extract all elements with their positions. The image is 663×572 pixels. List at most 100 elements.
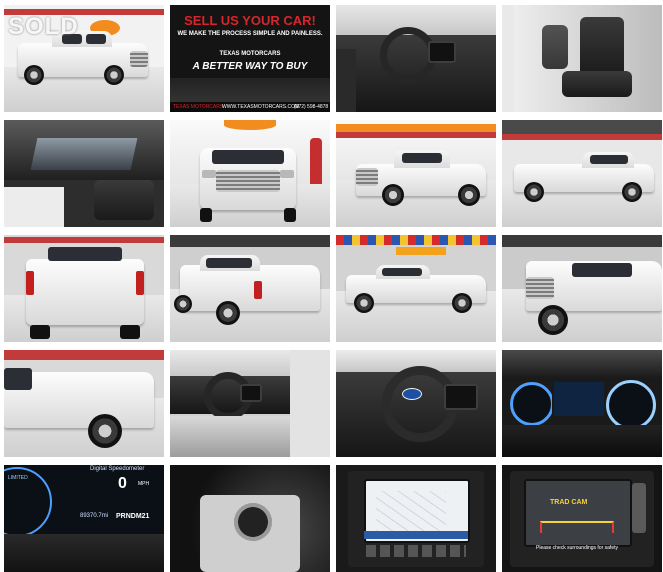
ceiling-beam [502,120,662,134]
overhead-view [632,483,646,533]
photo-thumb-7-front-three-quarter[interactable] [336,120,496,227]
ad-footer-web: WWW.TEXASMOTORCARS.COM [222,104,300,110]
nav-map-roads [376,491,446,531]
photo-thumb-5-sunroof[interactable] [4,120,164,227]
camera-screen [524,479,632,547]
photo-thumb-12-front-dually[interactable] [502,235,662,342]
ceiling-beam [170,235,330,247]
door-frame [502,5,514,112]
photo-thumb-18-start-button[interactable] [170,465,330,572]
sold-stamp: SOLD [8,13,79,40]
wall-stripe [4,237,164,243]
truck-grille [356,168,378,186]
photo-thumb-3-dashboard[interactable] [336,5,496,112]
photo-thumb-1-front-sold[interactable]: SOLD [4,5,164,112]
tail-light [254,281,262,299]
truck-grille [130,51,148,67]
photo-thumb-9-rear[interactable] [4,235,164,342]
truck-wheel [216,301,240,325]
ad-brand: TEXAS MOTORCARS [219,51,281,57]
camera-label: TRAD CAM [550,499,588,506]
truck-window [4,368,32,390]
wall-stripe [336,124,496,132]
headlight [280,170,294,178]
truck-grille [216,170,280,192]
truck-wheel [174,295,192,313]
truck-wheel [622,182,642,202]
truck-wheel [538,305,568,335]
dealer-logo [224,120,276,130]
tire [200,208,212,222]
door-panel [336,49,356,112]
side-window [4,187,64,227]
ceiling-beam [502,235,662,247]
truck-window [86,34,106,44]
start-button [234,503,272,541]
wall-stripe [4,350,164,360]
truck-window [382,268,422,276]
photo-thumb-8-side-profile[interactable] [502,120,662,227]
photo-thumb-16-gauge-cluster[interactable] [502,350,662,457]
cluster-display [552,380,606,418]
gas-pump-decor [310,138,322,190]
truck-wheel [452,293,472,313]
tachometer [510,382,554,426]
center-screen [444,384,478,410]
photo-gallery-grid: SOLD SELL US YOUR CAR! WE MAKE THE PROCE… [4,5,662,572]
driver-seat-cushion [562,71,632,97]
photo-thumb-19-navigation[interactable] [336,465,496,572]
truck-grille [526,277,554,299]
headlight [202,170,216,178]
ad-headline: SELL US YOUR CAR! [184,13,316,28]
dealer-sign [396,247,446,255]
steering-column [502,425,662,457]
tire [30,325,50,339]
center-screen [428,41,456,63]
truck-wheel [354,293,374,313]
passenger-seat [542,25,568,69]
wall-stripe [336,132,496,138]
truck-windshield [212,150,284,164]
truck-tailgate [26,259,144,325]
steering-column [4,534,164,572]
ford-logo [402,388,422,400]
truck-wheel [458,184,480,206]
guide-lines [540,521,614,533]
photo-thumb-11-side-wide[interactable] [336,235,496,342]
photo-thumb-20-backup-camera[interactable]: TRAD CAM Please check surroundings for s… [502,465,662,572]
pennant-flags [336,235,496,245]
door-frame [290,350,330,457]
photo-thumb-13-rear-fender[interactable] [4,350,164,457]
tire [284,208,296,222]
truck-window [590,155,628,164]
photo-thumb-4-seats[interactable] [502,5,662,112]
center-screen [240,384,262,402]
tail-light [136,271,144,295]
ad-footer-phone: (972) 598-4878 [294,104,329,110]
photo-thumb-14-cabin[interactable] [170,350,330,457]
odometer: 89370.7mi [80,513,109,519]
truck-wheel [524,182,544,202]
ad-subline: WE MAKE THE PROCESS SIMPLE AND PAINLESS. [177,31,323,37]
truck-wheel [88,414,122,448]
nav-toolbar [364,531,468,539]
camera-hint: Please check surroundings for safety [536,545,618,551]
photo-thumb-10-rear-three-quarter[interactable] [170,235,330,342]
speed-unit: MPH [138,481,150,487]
wall-stripe [502,134,662,140]
photo-thumb-6-front-grille[interactable] [170,120,330,227]
gear-indicator: PRNDM21 [116,513,150,520]
tail-light [26,271,34,295]
sunroof-glass [30,138,138,170]
photo-thumb-2-sell-us-ad[interactable]: SELL US YOUR CAR! WE MAKE THE PROCESS SI… [170,5,330,112]
truck-window [572,263,632,277]
speed-title: Digital Speedometer [90,466,145,472]
ad-tagline: A BETTER WAY TO BUY [192,61,308,72]
photo-thumb-15-steering[interactable] [336,350,496,457]
photo-thumb-17-digital-speedometer[interactable]: LIMITED Digital Speedometer 0 MPH 89370.… [4,465,164,572]
rear-seat [94,180,154,220]
truck-window [402,153,442,163]
speedometer [606,380,656,430]
truck-wheel [382,184,404,206]
driver-seat-back [580,17,624,77]
